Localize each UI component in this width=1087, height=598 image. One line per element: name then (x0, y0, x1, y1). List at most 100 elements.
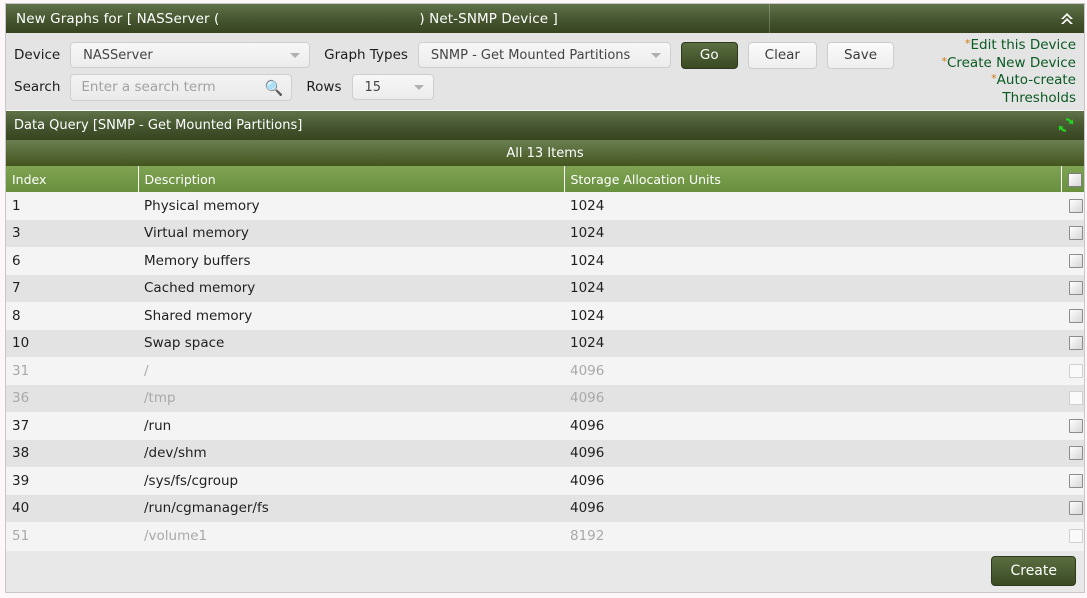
row-select-checkbox (1069, 529, 1083, 543)
cell-storage-allocation-units: 4096 (564, 385, 1061, 413)
row-select-checkbox[interactable] (1069, 281, 1083, 295)
row-select-checkbox (1069, 364, 1083, 378)
table-row[interactable]: 1Physical memory1024 (6, 192, 1084, 220)
row-select-checkbox (1069, 391, 1083, 405)
items-summary-text: All 13 Items (506, 146, 583, 161)
refresh-button[interactable] (1056, 115, 1076, 139)
page-root: New Graphs for [ NASServer ( ) Net-SNMP … (0, 0, 1087, 598)
device-select[interactable]: NASServer (70, 42, 310, 68)
device-select-value: NASServer (71, 48, 179, 63)
filter-area: Device NASServer Graph Types SNMP - Get … (6, 33, 1084, 110)
search-label: Search (14, 79, 70, 95)
cell-select (1061, 495, 1084, 523)
table-row[interactable]: 6Memory buffers1024 (6, 247, 1084, 275)
link-create-new-device[interactable]: *Create New Device (941, 55, 1076, 73)
row-select-checkbox[interactable] (1069, 226, 1083, 240)
cell-index: 10 (6, 330, 138, 358)
cell-select (1061, 385, 1084, 413)
cell-index: 37 (6, 412, 138, 440)
table-row[interactable]: 8Shared memory1024 (6, 302, 1084, 330)
table-row[interactable]: 39/sys/fs/cgroup4096 (6, 467, 1084, 495)
table-row[interactable]: 38/dev/shm4096 (6, 440, 1084, 468)
cell-storage-allocation-units: 1024 (564, 275, 1061, 303)
rows-select[interactable]: 15 (352, 74, 434, 100)
cell-description: Virtual memory (138, 220, 564, 248)
save-button[interactable]: Save (827, 42, 894, 69)
chevron-down-icon (414, 85, 424, 90)
search-input-placeholder: Enter a search term (71, 79, 215, 95)
row-select-checkbox[interactable] (1069, 309, 1083, 323)
go-button[interactable]: Go (681, 42, 738, 69)
search-icon[interactable]: 🔍 (265, 79, 284, 97)
table-row[interactable]: 10Swap space1024 (6, 330, 1084, 358)
cell-select (1061, 467, 1084, 495)
cell-description: /sys/fs/cgroup (138, 467, 564, 495)
new-graphs-panel: New Graphs for [ NASServer ( ) Net-SNMP … (5, 3, 1085, 110)
table-row[interactable]: 7Cached memory1024 (6, 275, 1084, 303)
cell-index: 39 (6, 467, 138, 495)
row-select-checkbox[interactable] (1069, 446, 1083, 460)
cell-index: 8 (6, 302, 138, 330)
cell-storage-allocation-units: 1024 (564, 330, 1061, 358)
search-input[interactable]: Enter a search term 🔍 (70, 74, 292, 101)
clear-button[interactable]: Clear (748, 42, 817, 69)
page-title: New Graphs for [ NASServer ( ) Net-SNMP … (6, 11, 558, 27)
column-header-storage-allocation-units[interactable]: Storage Allocation Units (564, 166, 1061, 192)
cell-storage-allocation-units: 4096 (564, 357, 1061, 385)
link-edit-this-device-label: Edit this Device (970, 37, 1076, 53)
row-select-checkbox[interactable] (1069, 419, 1083, 433)
row-select-checkbox[interactable] (1069, 501, 1083, 515)
table-row[interactable]: 3Virtual memory1024 (6, 220, 1084, 248)
cell-description: /tmp (138, 385, 564, 413)
row-select-checkbox[interactable] (1069, 336, 1083, 350)
cell-storage-allocation-units: 8192 (564, 522, 1061, 550)
link-edit-this-device[interactable]: *Edit this Device (941, 37, 1076, 55)
cell-description: Swap space (138, 330, 564, 358)
cell-index: 6 (6, 247, 138, 275)
cell-index: 31 (6, 357, 138, 385)
column-header-index[interactable]: Index (6, 166, 138, 192)
cell-storage-allocation-units: 4096 (564, 495, 1061, 523)
cell-storage-allocation-units: 1024 (564, 220, 1061, 248)
row-select-checkbox[interactable] (1069, 474, 1083, 488)
link-thresholds-label: Thresholds (1002, 90, 1076, 106)
cell-description: /volume1 (138, 522, 564, 550)
items-summary-bar: All 13 Items (6, 140, 1084, 166)
graph-types-label: Graph Types (310, 47, 418, 63)
table-body: 1Physical memory10243Virtual memory10246… (6, 192, 1084, 550)
data-query-titlebar: Data Query [SNMP - Get Mounted Partition… (6, 110, 1084, 140)
table-footer: Create (6, 550, 1084, 592)
row-select-checkbox[interactable] (1069, 254, 1083, 268)
cell-select (1061, 220, 1084, 248)
select-all-checkbox[interactable] (1068, 173, 1082, 187)
device-label: Device (14, 47, 70, 63)
data-query-title: Data Query [SNMP - Get Mounted Partition… (6, 118, 302, 133)
row-select-checkbox[interactable] (1069, 199, 1083, 213)
data-query-table: Index Description Storage Allocation Uni… (6, 166, 1084, 550)
page-title-prefix: New Graphs for [ NASServer ( (16, 11, 219, 27)
link-auto-create-thresholds[interactable]: *Auto-create (941, 72, 1076, 90)
cell-description: Shared memory (138, 302, 564, 330)
link-thresholds[interactable]: Thresholds (941, 90, 1076, 108)
cell-index: 40 (6, 495, 138, 523)
link-create-new-device-label: Create New Device (947, 55, 1076, 71)
rows-label: Rows (292, 79, 351, 95)
table-row[interactable]: 37/run4096 (6, 412, 1084, 440)
data-query-panel: Data Query [SNMP - Get Mounted Partition… (5, 110, 1085, 593)
column-header-select-all (1061, 166, 1084, 192)
graph-types-select[interactable]: SNMP - Get Mounted Partitions (418, 42, 671, 68)
table-row[interactable]: 40/run/cgmanager/fs4096 (6, 495, 1084, 523)
cell-select (1061, 522, 1084, 550)
refresh-icon (1056, 115, 1076, 135)
cell-storage-allocation-units: 1024 (564, 192, 1061, 220)
cell-index: 51 (6, 522, 138, 550)
link-auto-create-label: Auto-create (997, 72, 1076, 88)
page-title-suffix: ) Net-SNMP Device ] (419, 11, 558, 27)
collapse-panel-button[interactable] (1058, 4, 1076, 33)
chevron-down-icon (290, 53, 300, 58)
graph-types-select-value: SNMP - Get Mounted Partitions (419, 48, 656, 63)
cell-index: 36 (6, 385, 138, 413)
column-header-description[interactable]: Description (138, 166, 564, 192)
create-button[interactable]: Create (991, 556, 1076, 586)
titlebar-divider (769, 4, 770, 33)
